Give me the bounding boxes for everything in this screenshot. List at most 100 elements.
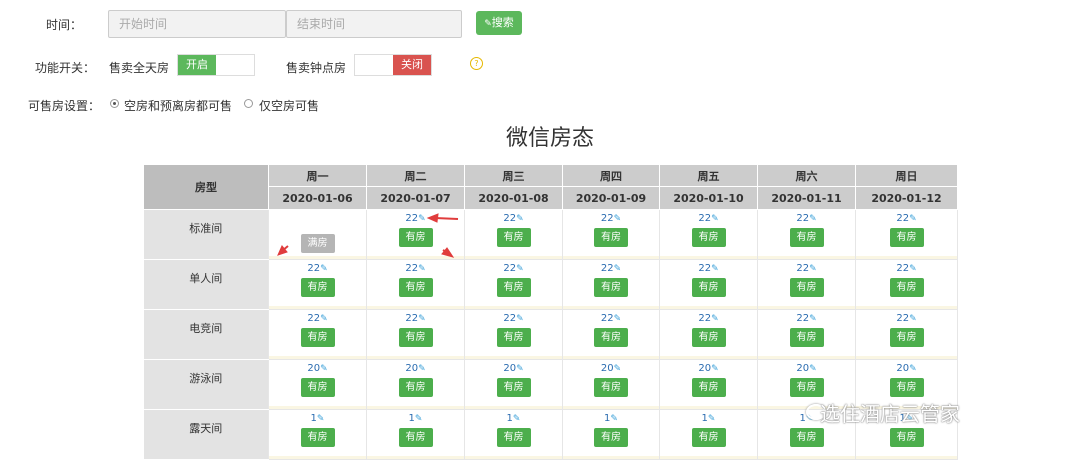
edit-pencil-icon[interactable]: ✎ [516,264,524,274]
available-status-button[interactable]: 有房 [496,278,531,297]
radio-option2-label[interactable]: 仅空房可售 [259,97,319,114]
radio-option1-label[interactable]: 空房和预离房都可售 [124,97,232,114]
available-status-button[interactable]: 有房 [300,278,335,297]
available-status-button[interactable]: 有房 [691,328,726,347]
room-cell[interactable]: 1✎ 有房 [464,409,563,460]
room-cell[interactable]: 20✎ 有房 [366,359,465,410]
edit-pencil-icon[interactable]: ✎ [809,364,817,374]
edit-pencil-icon[interactable]: ✎ [418,264,426,274]
available-status-button[interactable]: 有房 [496,228,531,247]
available-status-button[interactable]: 有房 [300,378,335,397]
available-status-button[interactable]: 有房 [300,328,335,347]
room-cell[interactable]: 1✎ 有房 [366,409,465,460]
edit-pencil-icon[interactable]: ✎ [418,314,426,324]
available-status-button[interactable]: 有房 [594,378,628,397]
edit-pencil-icon[interactable]: ✎ [909,314,917,324]
available-status-button[interactable]: 有房 [496,328,531,347]
edit-pencil-icon[interactable]: ✎ [909,364,917,374]
edit-pencil-icon[interactable]: ✎ [809,314,817,324]
start-time-input[interactable]: 开始时间 [108,10,286,38]
search-button[interactable]: ✎搜索 [476,11,522,35]
edit-pencil-icon[interactable]: ✎ [516,214,524,224]
end-time-input[interactable]: 结束时间 [286,10,462,38]
edit-pencil-icon[interactable]: ✎ [320,264,328,274]
edit-pencil-icon[interactable]: ✎ [610,414,618,424]
edit-pencil-icon[interactable]: ✎ [320,314,328,324]
edit-pencil-icon[interactable]: ✎ [320,364,328,374]
radio-option1[interactable] [110,99,119,108]
room-cell[interactable]: 22✎ 有房 [366,309,465,360]
available-status-button[interactable]: 有房 [691,428,726,447]
available-status-button[interactable]: 有房 [594,228,628,247]
room-cell[interactable]: 22✎ 有房 [268,259,367,310]
room-cell[interactable]: 1✎ 有房 [268,409,367,460]
room-cell[interactable]: 1✎ 有房 [562,409,660,460]
edit-pencil-icon[interactable]: ✎ [516,364,524,374]
room-cell[interactable]: 22✎ 有房 [659,309,758,360]
room-cell[interactable]: 22✎ 有房 [562,259,660,310]
available-status-button[interactable]: 有房 [594,328,628,347]
room-cell[interactable]: 22✎ 有房 [757,259,856,310]
edit-pencil-icon[interactable]: ✎ [418,364,426,374]
room-cell[interactable]: 20✎ 有房 [464,359,563,410]
edit-pencil-icon[interactable]: ✎ [614,264,622,274]
edit-pencil-icon[interactable]: ✎ [415,414,423,424]
room-cell[interactable]: 22✎ 有房 [464,309,563,360]
edit-pencil-icon[interactable]: ✎ [909,264,917,274]
edit-pencil-icon[interactable]: ✎ [708,414,716,424]
room-cell[interactable]: 22✎ 有房 [366,259,465,310]
available-status-button[interactable]: 有房 [398,428,433,447]
room-cell[interactable]: 22✎ 有房 [855,259,958,310]
room-cell[interactable]: 22✎ 有房 [562,309,660,360]
room-cell[interactable]: 22✎ 有房 [757,309,856,360]
allday-toggle[interactable]: 开启 [177,54,255,76]
room-cell[interactable]: 22✎ 有房 [855,209,958,260]
available-status-button[interactable]: 有房 [889,328,924,347]
available-status-button[interactable]: 有房 [789,278,824,297]
edit-pencil-icon[interactable]: ✎ [614,214,622,224]
edit-pencil-icon[interactable]: ✎ [317,414,325,424]
available-status-button[interactable]: 有房 [398,278,433,297]
room-cell[interactable]: 22✎ 有房 [464,259,563,310]
available-status-button[interactable]: 有房 [691,228,726,247]
available-status-button[interactable]: 有房 [789,378,824,397]
room-cell[interactable]: 22✎ 有房 [268,309,367,360]
available-status-button[interactable]: 有房 [789,328,824,347]
available-status-button[interactable]: 有房 [789,228,824,247]
room-cell[interactable]: 20✎ 有房 [562,359,660,410]
available-status-button[interactable]: 有房 [496,428,531,447]
available-status-button[interactable]: 有房 [889,428,924,447]
edit-pencil-icon[interactable]: ✎ [909,214,917,224]
help-icon[interactable]: ? [470,57,483,70]
available-status-button[interactable]: 有房 [398,378,433,397]
room-cell[interactable]: 22✎ 有房 [757,209,856,260]
hourly-toggle[interactable]: 关闭 [354,54,432,76]
available-status-button[interactable]: 有房 [889,378,924,397]
room-cell[interactable]: 1✎ 有房 [659,409,758,460]
available-status-button[interactable]: 有房 [594,278,628,297]
available-status-button[interactable]: 有房 [594,428,628,447]
room-cell[interactable]: 20✎ 有房 [268,359,367,410]
edit-pencil-icon[interactable]: ✎ [711,264,719,274]
available-status-button[interactable]: 有房 [691,278,726,297]
edit-pencil-icon[interactable]: ✎ [711,214,719,224]
room-cell[interactable]: 22✎ 有房 [464,209,563,260]
edit-pencil-icon[interactable]: ✎ [516,314,524,324]
available-status-button[interactable]: 有房 [300,428,335,447]
edit-pencil-icon[interactable]: ✎ [513,414,521,424]
room-cell[interactable]: 22✎ 有房 [659,259,758,310]
available-status-button[interactable]: 有房 [496,378,531,397]
edit-pencil-icon[interactable]: ✎ [809,214,817,224]
room-cell[interactable]: 20✎ 有房 [659,359,758,410]
room-cell[interactable]: 22✎ 有房 [855,309,958,360]
edit-pencil-icon[interactable]: ✎ [614,364,622,374]
available-status-button[interactable]: 有房 [398,328,433,347]
edit-pencil-icon[interactable]: ✎ [711,364,719,374]
room-cell[interactable]: 22✎ 有房 [659,209,758,260]
available-status-button[interactable]: 有房 [889,278,924,297]
edit-pencil-icon[interactable]: ✎ [614,314,622,324]
available-status-button[interactable]: 有房 [789,428,824,447]
radio-option2[interactable] [244,99,253,108]
edit-pencil-icon[interactable]: ✎ [809,264,817,274]
edit-pencil-icon[interactable]: ✎ [711,314,719,324]
